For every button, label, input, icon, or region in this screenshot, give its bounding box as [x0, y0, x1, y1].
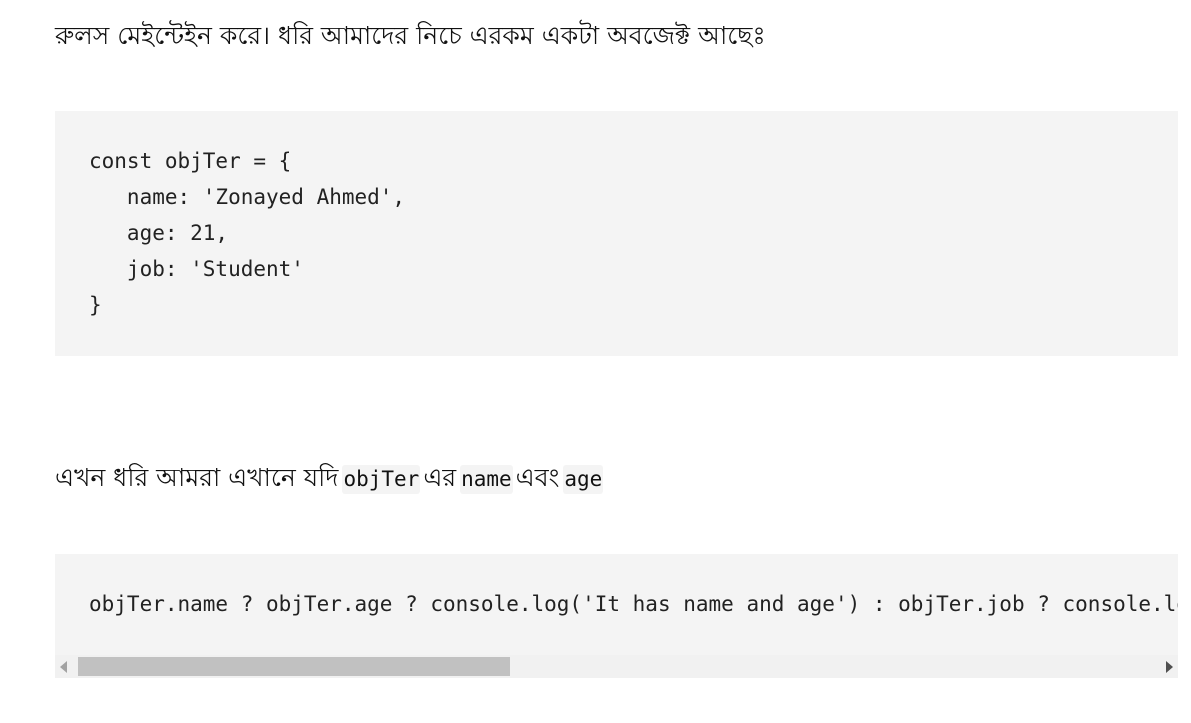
code-line: job: 'Student' — [89, 257, 304, 281]
horizontal-scrollbar[interactable] — [55, 655, 1178, 678]
inline-code-age: age — [563, 465, 604, 494]
paragraph-intro: রুলস মেইন্টেইন করে। ধরি আমাদের নিচে এরকম… — [55, 21, 766, 50]
inline-code-objter: objTer — [342, 465, 421, 494]
paragraph-text: এবং — [515, 463, 560, 492]
paragraph-text: এখন ধরি আমরা এখানে যদি — [55, 463, 339, 492]
code-line: objTer.name ? objTer.age ? console.log('… — [89, 592, 1178, 616]
code-line: const objTer = { — [89, 149, 292, 173]
scroll-left-arrow-icon[interactable] — [60, 661, 67, 673]
code-line: name: 'Zonayed Ahmed', — [89, 185, 406, 209]
scrollbar-thumb[interactable] — [78, 657, 510, 676]
code-block-ternary[interactable]: objTer.name ? objTer.age ? console.log('… — [55, 554, 1178, 678]
code-block-object: const objTer = { name: 'Zonayed Ahmed', … — [55, 111, 1178, 356]
inline-code-name: name — [460, 465, 513, 494]
paragraph-explanation: এখন ধরি আমরা এখানে যদি objTer এর name এবং age — [55, 461, 606, 496]
code-line: } — [89, 293, 102, 317]
paragraph-text: এর — [423, 463, 457, 492]
code-line: age: 21, — [89, 221, 229, 245]
scroll-right-arrow-icon[interactable] — [1166, 661, 1173, 673]
